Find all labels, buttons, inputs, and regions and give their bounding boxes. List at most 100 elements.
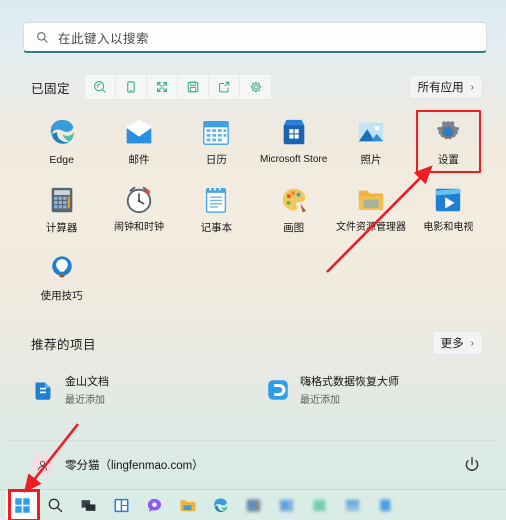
app-tile-file-explorer[interactable]: 文件资源管理器 xyxy=(332,178,409,240)
folder-icon xyxy=(180,499,196,511)
app-label: 使用技巧 xyxy=(40,290,83,303)
taskbar-task-view[interactable] xyxy=(72,492,105,519)
search-icon xyxy=(48,498,63,512)
start-button[interactable] xyxy=(6,488,40,520)
recommended-item-subtitle: 最近添加 xyxy=(65,395,105,407)
user-bar: 零分猫（lingfenmao.com） xyxy=(9,440,501,489)
file-explorer-icon xyxy=(358,190,384,210)
app-label: 文件资源管理器 xyxy=(335,222,406,234)
app-label: 邮件 xyxy=(128,154,150,166)
notepad-icon xyxy=(206,187,227,213)
recommended-item[interactable]: 金山文档 最近添加 xyxy=(23,367,252,412)
edge-icon xyxy=(50,119,74,144)
search-icon xyxy=(37,31,48,43)
person-icon xyxy=(37,460,47,470)
recommended-item-subtitle: 最近添加 xyxy=(300,395,340,407)
more-label: 更多 xyxy=(440,338,464,351)
calendar-icon xyxy=(203,121,230,145)
photos-icon xyxy=(358,122,384,142)
start-menu-panel: 在此键入以搜索 已固定 所有应用 › Edge 邮件 日历 Microsoft … xyxy=(9,0,501,489)
app-icon xyxy=(313,499,326,511)
search-input[interactable]: 在此键入以搜索 xyxy=(23,22,487,53)
taskbar-app-11[interactable] xyxy=(369,492,402,519)
taskbar xyxy=(0,488,506,520)
app-tile-edge[interactable]: Edge xyxy=(23,110,100,172)
app-tile-microsoft-store[interactable]: Microsoft Store xyxy=(255,110,332,172)
app-tile-notepad[interactable]: 记事本 xyxy=(178,178,255,240)
app-icon xyxy=(380,499,391,511)
widgets-icon xyxy=(114,498,129,512)
settings-gear-icon xyxy=(437,120,460,140)
search-placeholder-text: 在此键入以搜索 xyxy=(58,31,150,46)
app-tile-paint[interactable]: 画图 xyxy=(255,178,332,240)
green-toolbar xyxy=(84,74,273,100)
recommended-header: 推荐的项目 更多 › xyxy=(31,331,483,356)
app-label: 记事本 xyxy=(200,222,233,235)
store-icon xyxy=(283,119,304,145)
user-name: 零分猫（lingfenmao.com） xyxy=(65,460,204,472)
app-tile-calculator[interactable]: 计算器 xyxy=(23,178,100,240)
wps-doc-icon xyxy=(35,382,51,400)
app-tile-tips[interactable]: 使用技巧 xyxy=(23,246,100,308)
pinned-apps-grid: Edge 邮件 日历 Microsoft Store 照片 设置 计算器 闹钟和… xyxy=(23,110,487,308)
app-label: 电影和电视 xyxy=(423,222,474,234)
search-tool-icon[interactable] xyxy=(85,75,117,99)
app-label: 设置 xyxy=(437,154,459,166)
app-icon xyxy=(345,499,360,511)
app-tile-calendar[interactable]: 日历 xyxy=(178,110,255,172)
taskbar-app-8[interactable] xyxy=(270,492,303,519)
app-tile-movies-tv[interactable]: 电影和电视 xyxy=(410,178,487,240)
app-label: Microsoft Store xyxy=(260,154,328,165)
taskbar-app-10[interactable] xyxy=(336,492,369,519)
pinned-title: 已固定 xyxy=(31,81,71,96)
more-button[interactable]: 更多 › xyxy=(431,331,483,356)
task-view-icon xyxy=(81,499,96,511)
taskbar-file-explorer[interactable] xyxy=(171,492,204,519)
data-recovery-icon xyxy=(268,379,288,400)
app-label: 照片 xyxy=(360,154,382,166)
app-icon xyxy=(246,498,261,512)
paint-icon xyxy=(282,188,306,213)
avatar[interactable] xyxy=(31,454,53,476)
app-label: 画图 xyxy=(283,222,305,235)
taskbar-app-7[interactable] xyxy=(237,492,270,519)
app-tile-alarms-clock[interactable]: 闹钟和时钟 xyxy=(100,178,177,240)
taskbar-widgets[interactable] xyxy=(105,492,138,519)
recommended-item-text: 嗨格式数据恢复大师 最近添加 xyxy=(300,373,399,406)
taskbar-edge[interactable] xyxy=(204,492,237,519)
app-label: 日历 xyxy=(205,154,227,166)
recommended-title: 推荐的项目 xyxy=(31,337,97,352)
app-tile-photos[interactable]: 照片 xyxy=(332,110,409,172)
tips-icon xyxy=(51,256,72,278)
taskbar-search[interactable] xyxy=(39,492,72,519)
chevron-right-icon: › xyxy=(470,81,474,93)
all-apps-button[interactable]: 所有应用 › xyxy=(408,75,483,99)
taskbar-chat[interactable] xyxy=(138,492,171,519)
settings-tool-icon[interactable] xyxy=(240,75,271,99)
share-tool-icon[interactable] xyxy=(209,75,241,99)
app-label: Edge xyxy=(49,154,74,166)
pinned-header: 已固定 所有应用 › xyxy=(31,74,483,100)
recommended-item-text: 金山文档 最近添加 xyxy=(65,373,109,406)
recommended-list: 金山文档 最近添加 嗨格式数据恢复大师 最近添加 xyxy=(23,367,487,412)
clock-icon xyxy=(126,186,152,214)
chat-icon xyxy=(147,498,162,512)
taskbar-app-9[interactable] xyxy=(303,492,336,519)
device-tool-icon[interactable] xyxy=(116,75,148,99)
chevron-right-icon: › xyxy=(470,337,474,349)
search-area: 在此键入以搜索 xyxy=(9,0,501,53)
app-tile-mail[interactable]: 邮件 xyxy=(100,110,177,172)
recommended-item[interactable]: 嗨格式数据恢复大师 最近添加 xyxy=(258,367,487,412)
power-icon[interactable] xyxy=(463,456,481,474)
app-icon xyxy=(279,498,294,512)
save-tool-icon[interactable] xyxy=(178,75,210,99)
app-tile-settings[interactable]: 设置 xyxy=(410,110,487,174)
calculator-icon xyxy=(51,187,72,213)
app-label: 计算器 xyxy=(45,222,78,235)
expand-tool-icon[interactable] xyxy=(147,75,179,99)
recommended-item-title: 金山文档 xyxy=(65,376,109,389)
recommended-item-title: 嗨格式数据恢复大师 xyxy=(300,376,399,389)
app-label: 闹钟和时钟 xyxy=(113,222,164,234)
all-apps-label: 所有应用 xyxy=(417,82,464,94)
edge-icon xyxy=(214,497,228,512)
